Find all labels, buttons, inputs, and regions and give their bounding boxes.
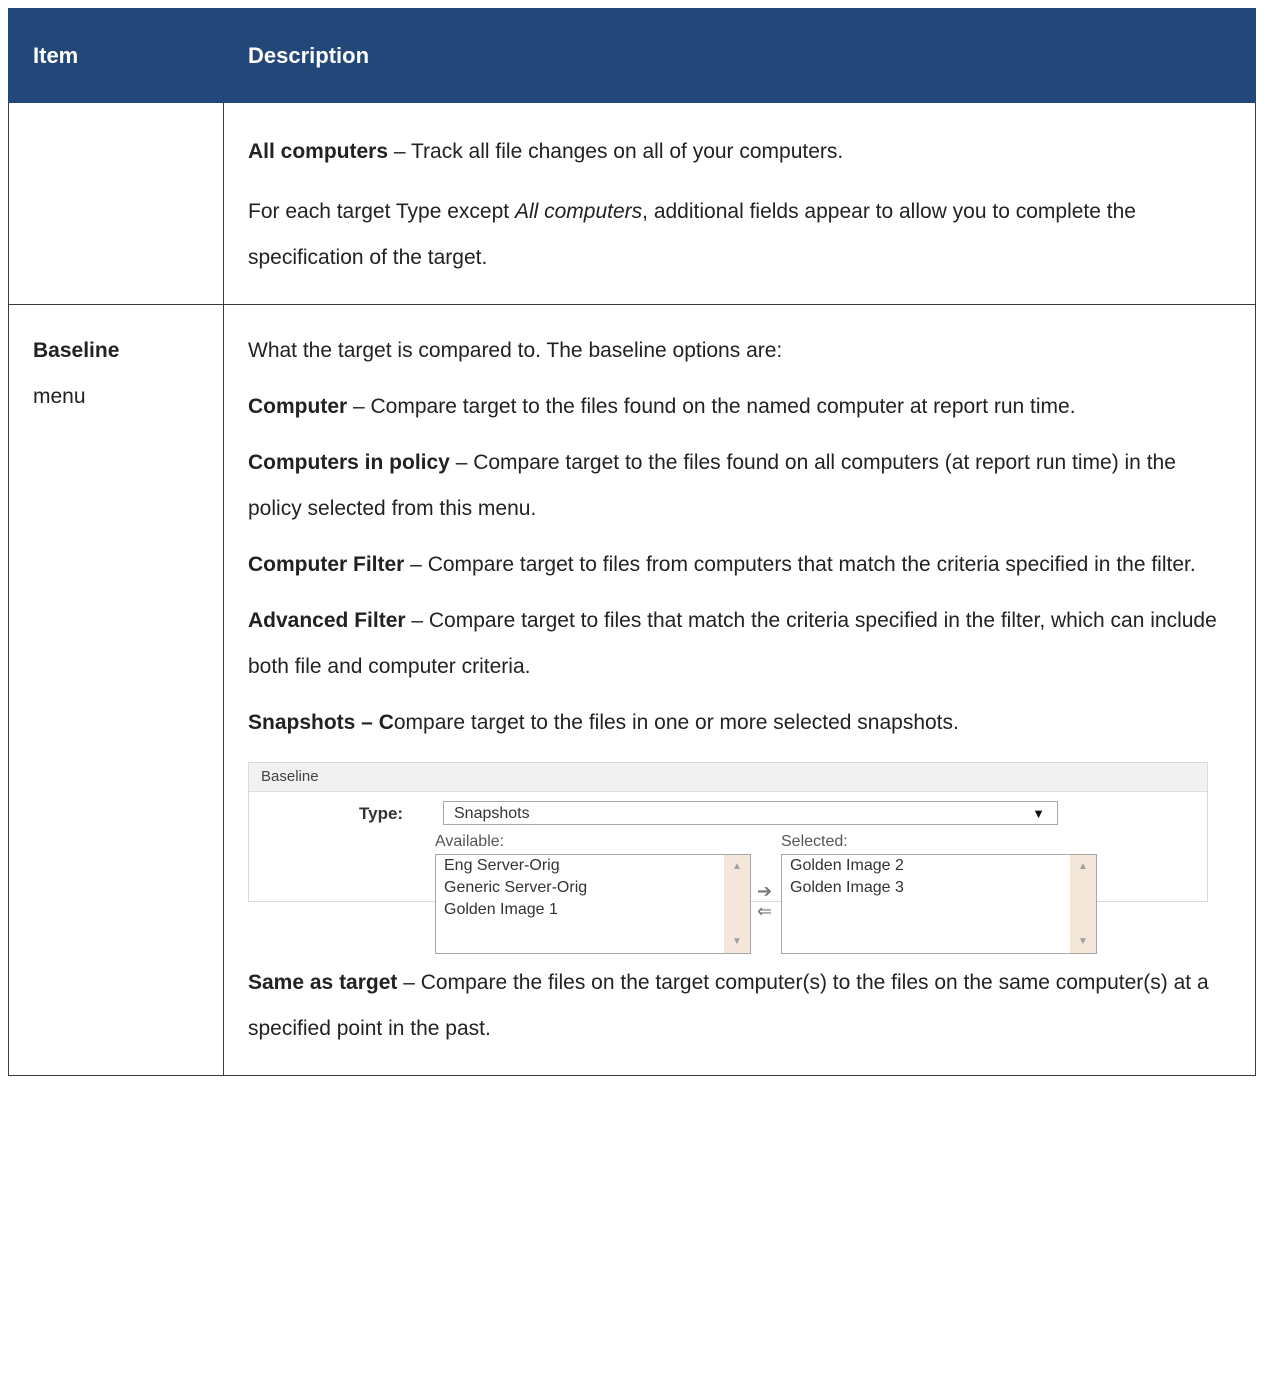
option-term: Advanced Filter xyxy=(248,609,406,632)
move-right-icon[interactable]: ➔ xyxy=(757,881,772,901)
all-computers-text: – Track all file changes on all of your … xyxy=(388,140,844,163)
table-header-row: Item Description xyxy=(8,8,1256,103)
move-left-icon[interactable]: ⇐ xyxy=(757,901,772,921)
list-item[interactable]: Generic Server-Orig xyxy=(436,877,750,899)
all-computers-para: All computers – Track all file changes o… xyxy=(248,129,1231,175)
option-term: Computer xyxy=(248,395,348,418)
available-label: Available: xyxy=(435,833,505,850)
option-computer-filter: Computer Filter – Compare target to file… xyxy=(248,542,1231,588)
row2-description: What the target is compared to. The base… xyxy=(223,304,1256,1076)
table-row: Baseline menu What the target is compare… xyxy=(8,304,1256,1076)
row1-item xyxy=(8,102,224,305)
type-label: Type: xyxy=(359,804,404,823)
scroll-up-icon[interactable]: ▲ xyxy=(732,861,742,872)
list-item[interactable]: Eng Server-Orig xyxy=(436,855,750,877)
option-text: – Compare target to files from computers… xyxy=(404,553,1196,576)
list-item[interactable]: Golden Image 3 xyxy=(782,877,1096,899)
note-text-a: For each target Type except xyxy=(248,200,515,223)
option-computers-in-policy: Computers in policy – Compare target to … xyxy=(248,440,1231,532)
option-term: Snapshots – C xyxy=(248,711,394,734)
option-advanced-filter: Advanced Filter – Compare target to file… xyxy=(248,598,1231,690)
selected-scrollbar[interactable]: ▲ ▼ xyxy=(1070,855,1096,953)
header-description: Description xyxy=(223,8,1256,103)
all-computers-term: All computers xyxy=(248,140,389,163)
option-snapshots: Snapshots – Compare target to the files … xyxy=(248,700,1231,746)
option-term: Computers in policy xyxy=(248,451,450,474)
option-term: Same as target xyxy=(248,971,398,994)
table-row: All computers – Track all file changes o… xyxy=(8,102,1256,305)
note-italic: All computers xyxy=(514,200,643,223)
list-item[interactable]: Golden Image 2 xyxy=(782,855,1096,877)
available-listbox[interactable]: Eng Server-Orig Generic Server-Orig Gold… xyxy=(435,854,751,954)
option-same-as-target: Same as target – Compare the files on th… xyxy=(248,960,1231,1052)
option-term: Computer Filter xyxy=(248,553,405,576)
header-item: Item xyxy=(8,8,224,103)
row1-description: All computers – Track all file changes o… xyxy=(223,102,1256,305)
option-text: – Compare target to the files found on t… xyxy=(347,395,1076,418)
row2-item: Baseline menu xyxy=(8,304,224,1076)
option-computer: Computer – Compare target to the files f… xyxy=(248,384,1231,430)
move-buttons: ➔ ⇐ xyxy=(757,881,772,921)
scroll-down-icon[interactable]: ▼ xyxy=(1078,936,1088,947)
type-select-value: Snapshots xyxy=(454,805,530,822)
baseline-intro: What the target is compared to. The base… xyxy=(248,339,783,362)
selected-listbox[interactable]: Golden Image 2 Golden Image 3 ▲ ▼ xyxy=(781,854,1097,954)
description-table: Item Description All computers – Track a… xyxy=(8,8,1256,1076)
dropdown-arrow-icon[interactable]: ▼ xyxy=(1032,802,1045,826)
scroll-down-icon[interactable]: ▼ xyxy=(732,936,742,947)
baseline-screenshot: Baseline Type: Snapshots ▼ Available: Se… xyxy=(248,762,1208,954)
baseline-panel-title: Baseline xyxy=(249,763,1207,792)
list-item[interactable]: Golden Image 1 xyxy=(436,899,750,921)
scroll-up-icon[interactable]: ▲ xyxy=(1078,861,1088,872)
baseline-item-title: Baseline xyxy=(33,339,120,362)
option-text: ompare target to the files in one or mor… xyxy=(393,711,959,734)
selected-label: Selected: xyxy=(781,833,848,850)
target-type-note: For each target Type except All computer… xyxy=(248,189,1231,281)
baseline-item-sub: menu xyxy=(33,385,86,408)
type-select[interactable]: Snapshots ▼ xyxy=(443,801,1058,825)
available-scrollbar[interactable]: ▲ ▼ xyxy=(724,855,750,953)
